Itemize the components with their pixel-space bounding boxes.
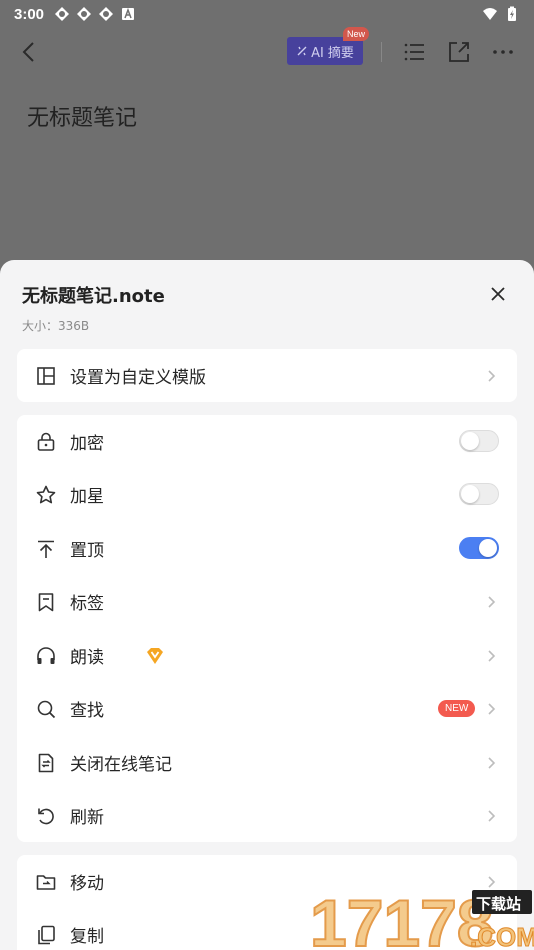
- status-time: 3:00: [14, 5, 45, 23]
- tag-icon: [38, 593, 54, 612]
- star-toggle[interactable]: [459, 483, 499, 505]
- menu-item-pin[interactable]: 置顶: [17, 522, 517, 575]
- options-card: 加密 加星 置顶 标签 朗读 查找 NEW 关闭在线笔记 刷新: [17, 415, 517, 842]
- svg-text:17178: 17178: [310, 888, 494, 950]
- svg-text:下载站: 下载站: [476, 895, 521, 913]
- menu-item-read-aloud[interactable]: 朗读: [17, 629, 517, 682]
- chevron-right-icon: [488, 757, 496, 769]
- chevron-right-icon: [488, 370, 496, 382]
- pin-toggle[interactable]: [459, 537, 499, 559]
- site-watermark-logo: 17178 下载站 .COM: [310, 888, 534, 950]
- menu-item-label: 设置为自定义模版: [70, 368, 206, 388]
- app-notification-icon: [77, 7, 92, 21]
- menu-item-encrypt[interactable]: 加密: [17, 415, 517, 468]
- menu-item-label: 加星: [70, 487, 104, 507]
- more-icon[interactable]: [490, 39, 516, 65]
- star-icon: [36, 485, 56, 504]
- menu-item-refresh[interactable]: 刷新: [17, 789, 517, 842]
- menu-item-close-online-note[interactable]: 关闭在线笔记: [17, 736, 517, 789]
- refresh-icon: [38, 808, 54, 825]
- outline-list-icon[interactable]: [401, 39, 427, 65]
- headphones-icon: [37, 647, 55, 664]
- menu-item-tag[interactable]: 标签: [17, 575, 517, 628]
- app-notification-icon: [55, 7, 70, 21]
- template-card: 设置为自定义模版: [17, 349, 517, 402]
- chevron-right-icon: [488, 810, 496, 822]
- chevron-right-icon: [488, 596, 496, 608]
- font-notification-icon: [122, 7, 135, 20]
- menu-item-template[interactable]: 设置为自定义模版: [17, 349, 517, 402]
- wifi-icon: [483, 8, 497, 20]
- pin-top-icon: [38, 540, 54, 558]
- menu-item-label: 复制: [70, 927, 104, 947]
- new-tag: New: [343, 27, 370, 41]
- search-icon: [37, 700, 56, 719]
- chevron-right-icon: [488, 876, 496, 888]
- menu-item-label: 标签: [70, 594, 104, 614]
- lock-icon: [37, 432, 55, 451]
- close-icon[interactable]: [486, 282, 510, 306]
- vip-icon: [147, 648, 163, 664]
- encrypt-toggle[interactable]: [459, 430, 499, 452]
- share-icon[interactable]: [446, 39, 472, 65]
- battery-icon: [508, 6, 516, 21]
- status-bar: 3:00: [0, 0, 534, 28]
- sparkle-icon: [297, 46, 307, 56]
- note-title[interactable]: 无标题笔记: [27, 100, 137, 132]
- menu-item-label: 置顶: [70, 541, 104, 561]
- menu-item-label: 加密: [70, 434, 104, 454]
- svg-text:.COM: .COM: [470, 922, 534, 950]
- copy-icon: [38, 925, 55, 945]
- menu-item-label: 朗读: [70, 648, 104, 668]
- template-icon: [37, 367, 55, 385]
- chevron-right-icon: [488, 650, 496, 662]
- file-size: 大小：336B: [22, 319, 90, 333]
- ai-summary-label: AI 摘要: [311, 45, 354, 61]
- menu-item-star[interactable]: 加星: [17, 468, 517, 521]
- chevron-right-icon: [488, 703, 496, 715]
- move-icon: [36, 875, 56, 890]
- note-options-sheet: 无标题笔记.note 大小：336B 设置为自定义模版 加密 加星 置顶 标签: [0, 260, 534, 950]
- menu-item-label: 关闭在线笔记: [70, 755, 172, 775]
- ai-summary-button[interactable]: AI 摘要: [287, 37, 363, 65]
- menu-item-find[interactable]: 查找 NEW: [17, 682, 517, 735]
- divider: [381, 42, 382, 62]
- back-arrow-icon[interactable]: [18, 40, 42, 64]
- menu-item-label: 刷新: [70, 808, 104, 828]
- top-bar: AI 摘要 New: [0, 27, 534, 74]
- menu-item-label: 查找: [70, 701, 104, 721]
- offline-note-icon: [38, 753, 54, 773]
- sheet-title: 无标题笔记.note: [22, 286, 165, 307]
- new-badge: NEW: [438, 700, 476, 717]
- menu-item-label: 移动: [70, 874, 104, 894]
- app-notification-icon: [99, 7, 114, 21]
